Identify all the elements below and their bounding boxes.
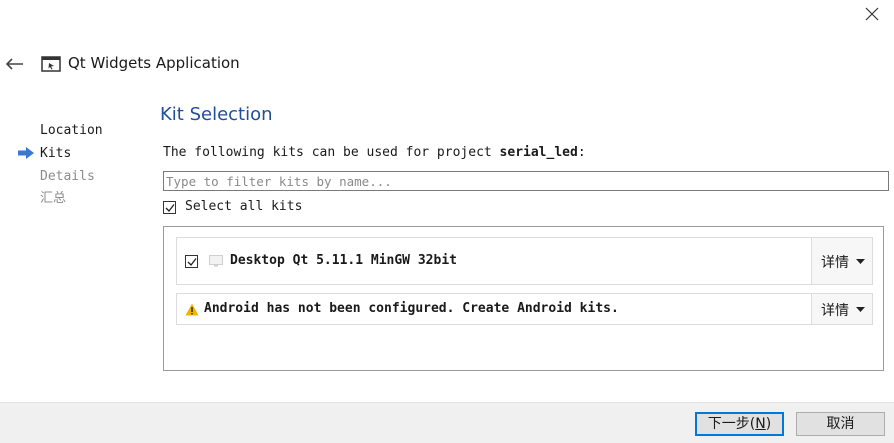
window-icon: [41, 56, 61, 72]
select-all-checkbox[interactable]: [163, 201, 176, 214]
wizard-title: Qt Widgets Application: [68, 54, 240, 72]
chevron-down-icon: [856, 259, 865, 264]
project-name: serial_led: [499, 145, 578, 160]
select-all-label: Select all kits: [185, 199, 303, 214]
warning-details-button[interactable]: 详情: [811, 294, 872, 324]
next-suffix: ): [765, 416, 772, 432]
page-title: Kit Selection: [160, 104, 273, 125]
checkmark-icon: [165, 204, 175, 212]
footer: 下一步(N) 取消: [0, 402, 894, 443]
step-details: Details: [40, 169, 95, 184]
kit-row: Desktop Qt 5.11.1 MinGW 32bit 详情: [176, 237, 873, 285]
warning-text: Android has not been configured. Create …: [204, 301, 619, 316]
step-kits: Kits: [40, 146, 72, 161]
next-mnemonic: N: [755, 416, 766, 432]
back-button[interactable]: [2, 52, 28, 76]
warning-details-label: 详情: [821, 303, 849, 319]
next-button[interactable]: 下一步(N): [695, 412, 784, 436]
kit-details-label: 详情: [821, 255, 849, 271]
arrow-right-icon: [18, 147, 34, 159]
kit-details-button[interactable]: 详情: [811, 238, 872, 284]
close-button[interactable]: [858, 0, 894, 30]
description-prefix: The following kits can be used for proje…: [163, 145, 500, 160]
close-icon: [865, 7, 879, 21]
chevron-down-icon: [856, 307, 865, 312]
monitor-icon: [209, 255, 223, 267]
checkmark-icon: [187, 258, 197, 266]
warning-row: Android has not been configured. Create …: [176, 293, 873, 325]
cancel-button[interactable]: 取消: [796, 412, 885, 436]
step-location: Location: [40, 123, 103, 138]
next-label: 下一步(: [707, 416, 756, 432]
kits-panel: Desktop Qt 5.11.1 MinGW 32bit 详情 Android…: [163, 226, 884, 371]
description: The following kits can be used for proje…: [163, 145, 586, 160]
step-summary: 汇总: [40, 191, 67, 206]
kit-name: Desktop Qt 5.11.1 MinGW 32bit: [230, 253, 457, 268]
warning-icon: [185, 303, 199, 316]
back-arrow-icon: [6, 58, 23, 70]
description-suffix: :: [577, 145, 586, 160]
filter-input[interactable]: [163, 171, 889, 191]
kit-checkbox[interactable]: [185, 255, 198, 268]
